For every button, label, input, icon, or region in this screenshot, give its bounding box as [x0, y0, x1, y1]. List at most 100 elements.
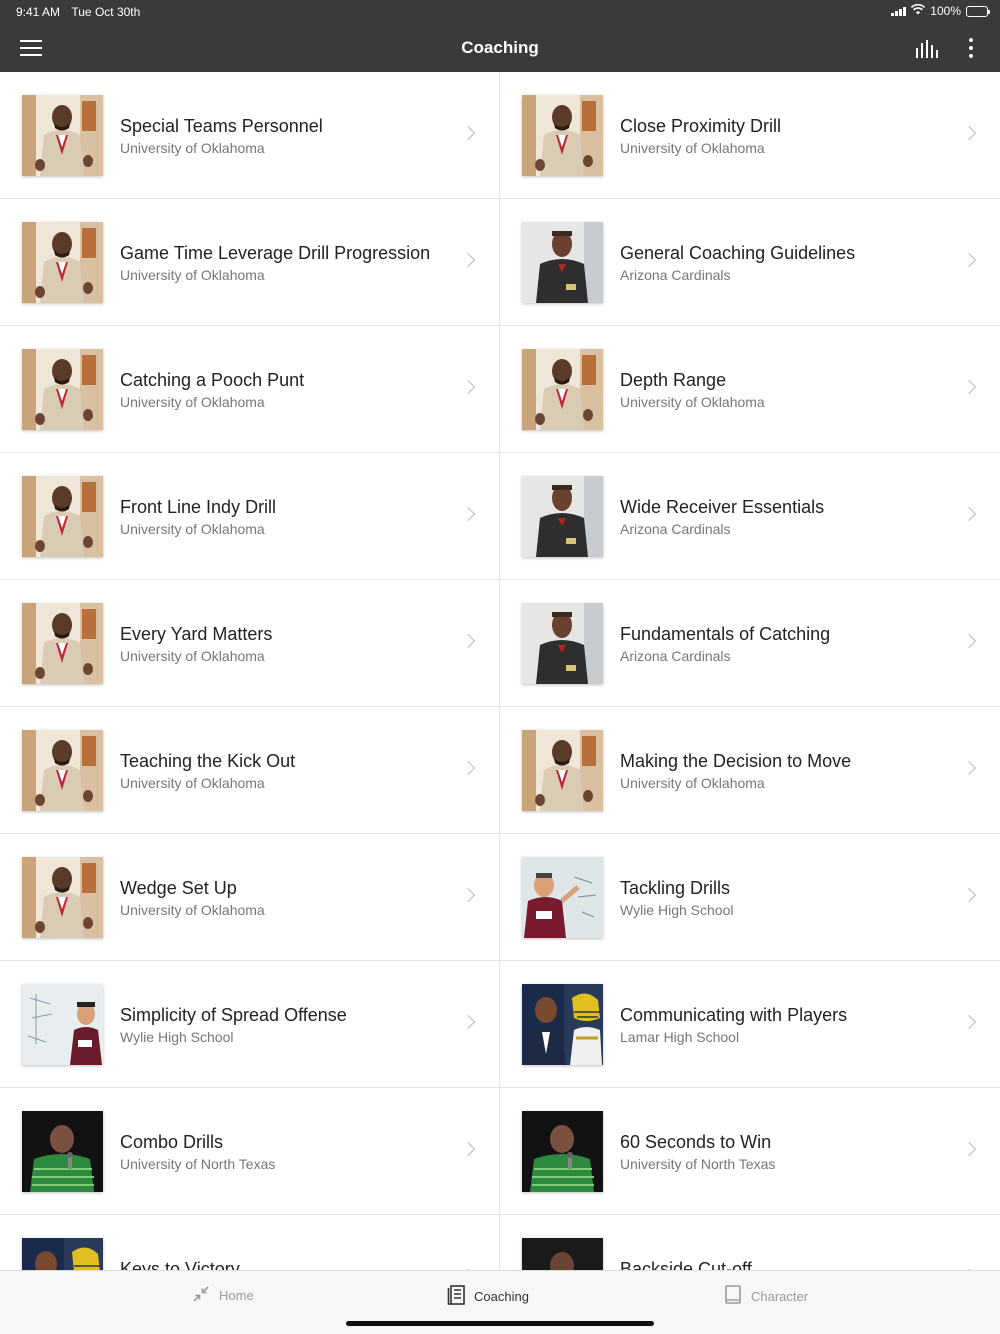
lesson-item[interactable]: Fundamentals of Catching Arizona Cardina…	[500, 580, 1000, 707]
lesson-item[interactable]: Tackling Drills Wylie High School	[500, 834, 1000, 961]
lesson-item[interactable]: Wide Receiver Essentials Arizona Cardina…	[500, 453, 1000, 580]
chevron-right-icon	[961, 125, 977, 141]
chevron-right-icon	[961, 1141, 977, 1157]
lesson-item[interactable]: Teaching the Kick Out University of Okla…	[0, 707, 500, 834]
lesson-item[interactable]: Catching a Pooch Punt University of Okla…	[0, 326, 500, 453]
lesson-item[interactable]: Depth Range University of Oklahoma	[500, 326, 1000, 453]
page-title: Coaching	[461, 38, 539, 57]
cellular-signal-icon	[891, 6, 907, 16]
tab-home[interactable]: Home	[192, 1285, 254, 1306]
lesson-item[interactable]: Game Time Leverage Drill Progression Uni…	[0, 199, 500, 326]
lesson-text: Fundamentals of Catching Arizona Cardina…	[620, 624, 950, 664]
chevron-right-icon	[961, 379, 977, 395]
wifi-icon	[911, 3, 926, 18]
lesson-text: General Coaching Guidelines Arizona Card…	[620, 243, 950, 283]
lesson-school: Lamar High School	[620, 1029, 740, 1045]
lesson-item[interactable]: Special Teams Personnel University of Ok…	[0, 72, 500, 199]
lesson-title: Fundamentals of Catching	[620, 624, 831, 644]
bar-chart-icon[interactable]	[916, 40, 938, 58]
notebook-icon	[447, 1285, 465, 1308]
tab-character[interactable]: Character	[724, 1285, 808, 1308]
lesson-thumbnail	[522, 476, 603, 557]
lesson-thumbnail	[522, 222, 603, 303]
lesson-thumbnail	[522, 857, 603, 938]
lesson-thumbnail	[22, 857, 103, 938]
tab-coaching[interactable]: Coaching	[447, 1285, 529, 1308]
lesson-item[interactable]: Every Yard Matters University of Oklahom…	[0, 580, 500, 707]
lesson-item[interactable]: 60 Seconds to Win University of North Te…	[500, 1088, 1000, 1215]
lesson-item[interactable]: General Coaching Guidelines Arizona Card…	[500, 199, 1000, 326]
lesson-school: University of Oklahoma	[120, 394, 265, 410]
lesson-thumbnail	[22, 222, 103, 303]
chevron-right-icon	[961, 760, 977, 776]
lesson-thumbnail	[522, 1238, 603, 1270]
lesson-text: Tackling Drills Wylie High School	[620, 878, 950, 918]
tab-character-label: Character	[751, 1289, 809, 1304]
lesson-text: Wide Receiver Essentials Arizona Cardina…	[620, 497, 950, 537]
lesson-text: 60 Seconds to Win University of North Te…	[620, 1132, 950, 1172]
lesson-school: University of North Texas	[620, 1156, 776, 1172]
lesson-text: Game Time Leverage Drill Progression Uni…	[120, 243, 449, 283]
chevron-right-icon	[961, 887, 977, 903]
chevron-right-icon	[460, 506, 476, 522]
lesson-school: Arizona Cardinals	[620, 648, 731, 664]
lesson-text: Communicating with Players Lamar High Sc…	[620, 1005, 950, 1045]
lesson-school: University of Oklahoma	[120, 902, 265, 918]
lesson-school: University of Oklahoma	[620, 394, 765, 410]
lesson-thumbnail	[22, 603, 103, 684]
tab-coaching-label: Coaching	[474, 1289, 529, 1304]
lesson-school: Arizona Cardinals	[620, 521, 731, 537]
lesson-school: University of North Texas	[120, 1156, 276, 1172]
lesson-text: Teaching the Kick Out University of Okla…	[120, 751, 449, 791]
lesson-text: Depth Range University of Oklahoma	[620, 370, 950, 410]
lesson-item[interactable]: Wedge Set Up University of Oklahoma	[0, 834, 500, 961]
lesson-item[interactable]: Simplicity of Spread Offense Wylie High …	[0, 961, 500, 1088]
lesson-thumbnail	[22, 349, 103, 430]
lesson-text: Simplicity of Spread Offense Wylie High …	[120, 1005, 449, 1045]
chevron-right-icon	[460, 633, 476, 649]
chevron-right-icon	[460, 252, 476, 268]
chevron-right-icon	[460, 125, 476, 141]
battery-percent: 100%	[930, 4, 961, 18]
lesson-thumbnail	[522, 984, 603, 1065]
lesson-title: Special Teams Personnel	[120, 116, 323, 136]
chevron-right-icon	[961, 1014, 977, 1030]
lesson-item[interactable]: Communicating with Players Lamar High Sc…	[500, 961, 1000, 1088]
battery-icon	[966, 5, 990, 17]
lesson-title: Communicating with Players	[620, 1005, 848, 1025]
lesson-text: Backside Cut-off	[620, 1259, 950, 1270]
lesson-text: Combo Drills University of North Texas	[120, 1132, 449, 1172]
lesson-title: Wide Receiver Essentials	[620, 497, 825, 517]
chevron-right-icon	[460, 379, 476, 395]
lesson-title: Keys to Victory	[120, 1259, 240, 1270]
lesson-title: General Coaching Guidelines	[620, 243, 856, 263]
book-icon	[724, 1285, 742, 1308]
lesson-item[interactable]: Making the Decision to Move University o…	[500, 707, 1000, 834]
lesson-title: Backside Cut-off	[620, 1259, 752, 1270]
lesson-thumbnail	[22, 95, 103, 176]
lesson-text: Wedge Set Up University of Oklahoma	[120, 878, 449, 918]
lesson-item[interactable]: Combo Drills University of North Texas	[0, 1088, 500, 1215]
lesson-thumbnail	[22, 730, 103, 811]
lesson-school: University of Oklahoma	[120, 521, 265, 537]
lesson-text: Every Yard Matters University of Oklahom…	[120, 624, 449, 664]
lesson-item[interactable]: Backside Cut-off	[500, 1215, 1000, 1270]
lesson-thumbnail	[522, 95, 603, 176]
navigation-bar: Coaching	[0, 24, 1000, 72]
lesson-school: Wylie High School	[620, 902, 734, 918]
lesson-thumbnail	[522, 349, 603, 430]
lesson-title: Combo Drills	[120, 1132, 224, 1152]
more-options-icon[interactable]	[968, 38, 974, 58]
lesson-title: Catching a Pooch Punt	[120, 370, 305, 390]
lesson-thumbnail	[22, 1238, 103, 1270]
chevron-right-icon	[961, 506, 977, 522]
lesson-item[interactable]: Front Line Indy Drill University of Okla…	[0, 453, 500, 580]
lesson-item[interactable]: Keys to Victory	[0, 1215, 500, 1270]
lesson-school: University of Oklahoma	[120, 775, 265, 791]
lesson-text: Catching a Pooch Punt University of Okla…	[120, 370, 449, 410]
status-bar: 9:41 AM Tue Oct 30th 100%	[0, 0, 1000, 24]
lesson-item[interactable]: Close Proximity Drill University of Okla…	[500, 72, 1000, 199]
lesson-title: Wedge Set Up	[120, 878, 237, 898]
lesson-text: Making the Decision to Move University o…	[620, 751, 950, 791]
lesson-list[interactable]: Special Teams Personnel University of Ok…	[0, 72, 1000, 1270]
